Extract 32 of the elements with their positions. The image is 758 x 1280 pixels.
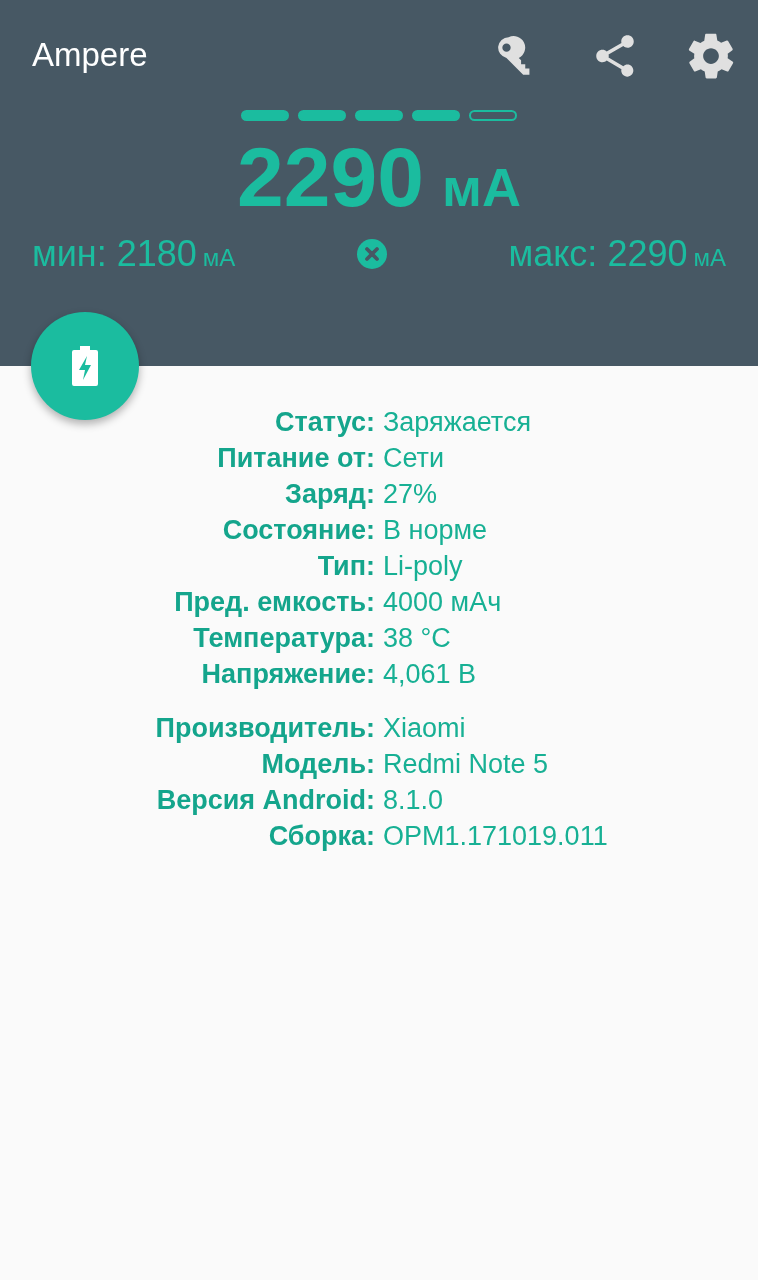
info-value: В норме [383,514,489,546]
info-value: Сети [383,442,446,474]
app-title: Ampere [32,36,149,74]
current-unit: мА [441,156,521,218]
info-label: Сборка: [267,820,375,852]
info-value: 38 °C [383,622,452,654]
battery-charging-icon [72,346,98,386]
clear-icon[interactable] [356,239,387,269]
info-label: Модель: [260,748,375,780]
info-value: 8.1.0 [383,784,445,816]
info-label: Производитель: [154,712,375,744]
info-label: Температура: [192,622,375,654]
info-value: OPM1.171019.011 [383,820,609,852]
info-value: 4,061 В [383,658,478,690]
info-label: Состояние: [221,514,375,546]
info-value: Заряжается [383,406,533,438]
battery-fab[interactable] [31,312,139,420]
info-value: 4000 мАч [383,586,503,618]
max-reading: макс: 2290 мА [508,233,726,275]
info-label: Статус: [274,406,375,438]
current-reading: 2290 [237,135,424,219]
info-label: Напряжение: [200,658,375,690]
info-value: 27% [383,478,439,510]
info-value: Xiaomi [383,712,467,744]
info-label: Версия Android: [155,784,375,816]
info-label: Заряд: [284,478,375,510]
info-value: Li-poly [383,550,464,582]
min-reading: мин: 2180 мА [32,233,236,275]
info-value: Redmi Note 5 [383,748,550,780]
info-label: Пред. емкость: [173,586,375,618]
info-label: Питание от: [216,442,375,474]
info-label: Тип: [316,550,375,582]
